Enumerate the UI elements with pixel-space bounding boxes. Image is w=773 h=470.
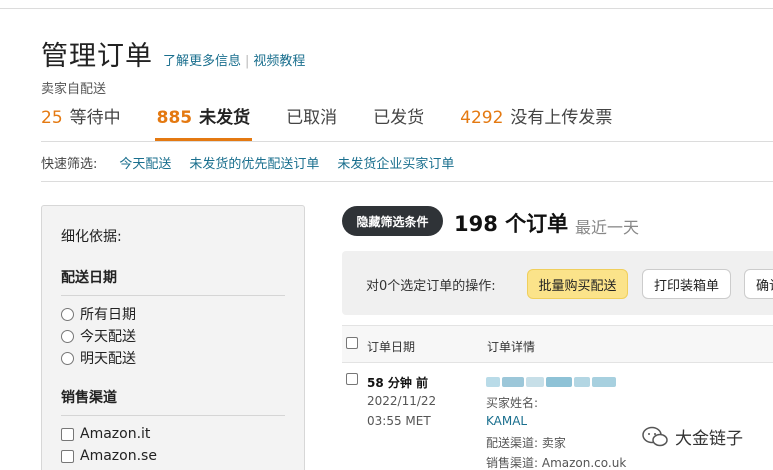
tab-label: 等待中	[69, 108, 121, 128]
ship-date-option[interactable]: 所有日期	[61, 303, 285, 325]
top-divider	[0, 8, 773, 9]
quick-filters: 快速筛选: 今天配送 未发货的优先配送订单 未发货企业买家订单	[41, 153, 472, 172]
column-order-details: 订单详情	[487, 340, 536, 354]
bulk-action-label: 对0个选定订单的操作:	[366, 279, 496, 294]
watermark-text: 大金链子	[675, 429, 743, 449]
wechat-icon	[642, 426, 668, 446]
tab-shipped[interactable]: 已发货	[373, 103, 424, 141]
orders-table-header: 订单日期 订单详情	[342, 325, 773, 363]
radio-button[interactable]	[61, 307, 74, 321]
hide-filters-button[interactable]: 隐藏筛选条件	[342, 206, 443, 236]
option-label: Amazon.se	[80, 448, 157, 464]
checkbox[interactable]	[61, 427, 74, 441]
filters-divider	[41, 181, 773, 182]
refine-sidebar: 细化依据: 配送日期 所有日期 今天配送 明天配送 销售渠道 Amazon.it…	[41, 205, 305, 470]
filter-ship-today[interactable]: 今天配送	[119, 153, 171, 172]
tab-label: 未发货	[199, 108, 251, 128]
sales-channel-option[interactable]: Amazon.se	[61, 445, 285, 467]
radio-button[interactable]	[61, 351, 74, 365]
select-all-checkbox[interactable]	[346, 337, 358, 349]
option-label: Amazon.it	[80, 426, 151, 442]
header-separator: |	[245, 54, 250, 69]
tab-label: 已发货	[373, 108, 425, 128]
tab-label: 已取消	[286, 108, 338, 128]
page-title: 管理订单	[41, 41, 153, 72]
tab-cancelled[interactable]: 已取消	[286, 103, 337, 141]
tab-pending[interactable]: 25 等待中	[41, 103, 121, 141]
redacted-order-id	[486, 372, 624, 387]
order-time-ago: 58 分钟 前	[367, 376, 429, 390]
tab-label: 没有上传发票	[510, 108, 613, 128]
checkbox[interactable]	[61, 449, 74, 463]
fulfillment-channel: 配送渠道: 卖家	[486, 436, 566, 450]
order-row-checkbox[interactable]	[346, 373, 358, 385]
confirm-shipment-button[interactable]: 确认	[744, 269, 773, 299]
refine-heading: 细化依据:	[61, 229, 122, 245]
page-header: 管理订单 了解更多信息 | 视频教程	[41, 34, 305, 73]
sales-channel-option[interactable]: Amazon.it	[61, 423, 285, 445]
tab-count: 4292	[460, 108, 504, 128]
buyer-name-label: 买家姓名:	[486, 396, 539, 410]
page-subtitle: 卖家自配送	[41, 82, 107, 97]
order-time: 03:55 MET	[367, 414, 431, 428]
buy-shipping-button[interactable]: 批量购买配送	[527, 269, 628, 299]
tabs-divider	[41, 141, 773, 142]
video-tutorial-link[interactable]: 视频教程	[253, 50, 305, 69]
tab-count: 25	[41, 108, 63, 128]
column-order-date[interactable]: 订单日期	[367, 338, 415, 355]
ship-date-title: 配送日期	[61, 267, 285, 296]
order-date: 2022/11/22	[367, 394, 437, 408]
radio-button[interactable]	[61, 329, 74, 343]
tab-no-invoice[interactable]: 4292 没有上传发票	[460, 103, 612, 141]
option-label: 明天配送	[80, 351, 136, 367]
tab-unshipped[interactable]: 885 未发货	[154, 103, 252, 141]
sales-channel: 销售渠道: Amazon.co.uk	[486, 456, 627, 470]
quick-filter-label: 快速筛选:	[41, 157, 98, 172]
order-count: 198 个订单	[454, 212, 569, 236]
buyer-name-link[interactable]: KAMAL	[486, 414, 527, 428]
option-label: 今天配送	[80, 329, 136, 345]
filter-priority-unshipped[interactable]: 未发货的优先配送订单	[189, 153, 319, 172]
filter-business-unshipped[interactable]: 未发货企业买家订单	[337, 153, 454, 172]
order-time-range: 最近一天	[575, 218, 640, 237]
ship-date-option[interactable]: 明天配送	[61, 347, 285, 369]
option-label: 所有日期	[80, 307, 136, 323]
watermark: 大金链子	[641, 424, 743, 449]
ship-date-option[interactable]: 今天配送	[61, 325, 285, 347]
bulk-action-bar: 对0个选定订单的操作: 批量购买配送 打印装箱单 确认	[342, 251, 773, 315]
sales-channel-title: 销售渠道	[61, 387, 285, 416]
print-packing-slip-button[interactable]: 打印装箱单	[642, 269, 731, 299]
order-status-tabs: 25 等待中 885 未发货 已取消 已发货 4292 没有上传发票	[41, 103, 648, 143]
tab-count: 885	[156, 108, 193, 128]
learn-more-link[interactable]: 了解更多信息	[163, 50, 241, 69]
